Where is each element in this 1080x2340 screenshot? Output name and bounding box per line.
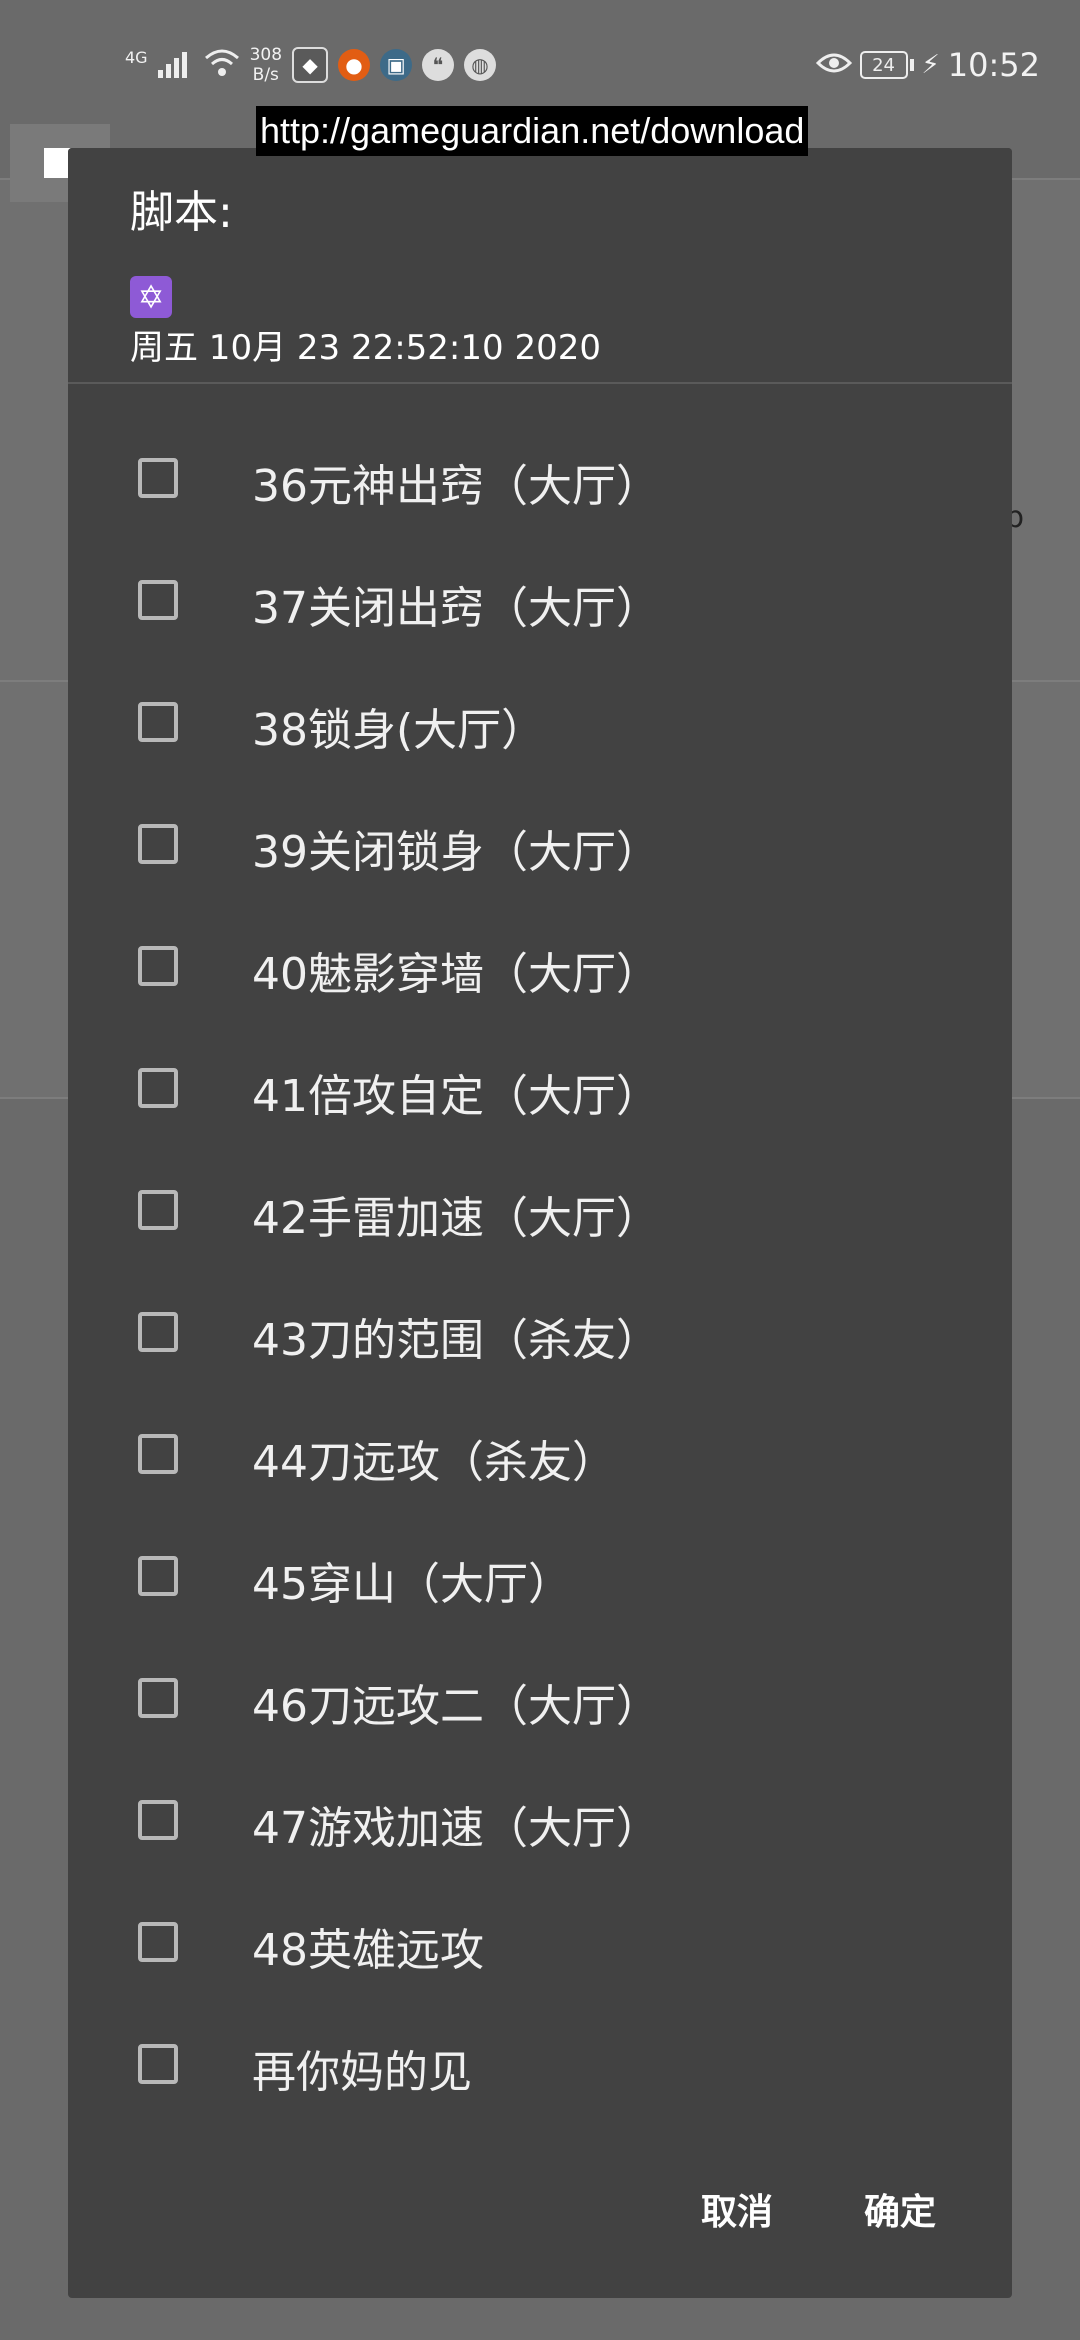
checkbox[interactable] [138, 702, 178, 742]
list-item-label: 40魅影穿墙（大厅） [252, 949, 660, 1000]
list-item[interactable]: 43刀的范围（杀友） [68, 1274, 1012, 1396]
list-item[interactable]: 44刀远攻（杀友） [68, 1396, 1012, 1518]
wifi-icon [204, 48, 240, 82]
list-item-label: 37关闭出窍（大厅） [252, 583, 660, 634]
list-item[interactable]: 42手雷加速（大厅） [68, 1152, 1012, 1274]
clock: 10:52 [947, 46, 1040, 84]
list-item[interactable]: 再你妈的见 [68, 2006, 1012, 2128]
dialog-date: 周五 10月 23 22:52:10 2020 [130, 328, 601, 368]
checkbox[interactable] [138, 1190, 178, 1230]
list-item-label: 39关闭锁身（大厅） [252, 827, 660, 878]
checkbox[interactable] [138, 458, 178, 498]
list-item[interactable]: 48英雄远攻 [68, 1884, 1012, 2006]
cancel-button[interactable]: 取消 [701, 2183, 773, 2235]
checkbox[interactable] [138, 1922, 178, 1962]
dialog-header: 脚本: ✡ 周五 10月 23 22:52:10 2020 [68, 148, 1012, 384]
list-item-label: 44刀远攻（杀友） [252, 1437, 616, 1488]
list-item-label: 38锁身(大厅） [252, 705, 546, 756]
list-item-label: 42手雷加速（大厅） [252, 1193, 660, 1244]
network-type: 4G [125, 47, 148, 67]
list-item-label: 36元神出窍（大厅） [252, 461, 660, 512]
checkbox[interactable] [138, 1800, 178, 1840]
star-of-david-icon: ✡ [130, 276, 172, 318]
browser-icon: ◍ [464, 49, 497, 81]
checkbox[interactable] [138, 946, 178, 986]
battery-icon: 24 [859, 51, 914, 79]
list-item-label: 再你妈的见 [252, 2047, 472, 2098]
status-bar: 4G 308 B/s ◆ ● ▣ ❝ ◍ 24 ⚡ 10:52 [0, 0, 1080, 120]
app-notification-icon: ◆ [292, 47, 329, 83]
status-bar-right: 24 ⚡ 10:52 [815, 40, 1040, 90]
list-item-label: 48英雄远攻 [252, 1925, 484, 1976]
list-item[interactable]: 38锁身(大厅） [68, 664, 1012, 786]
list-item-label: 41倍攻自定（大厅） [252, 1071, 660, 1122]
list-item-label: 47游戏加速（大厅） [252, 1803, 660, 1854]
charging-icon: ⚡ [921, 50, 940, 80]
list-item[interactable]: 46刀远攻二（大厅） [68, 1640, 1012, 1762]
checkbox[interactable] [138, 1556, 178, 1596]
dialog-title: 脚本: [130, 187, 233, 238]
list-item-label: 45穿山（大厅） [252, 1559, 572, 1610]
checkbox[interactable] [138, 1068, 178, 1108]
signal-icon [157, 48, 194, 82]
list-item[interactable]: 39关闭锁身（大厅） [68, 786, 1012, 908]
ok-button[interactable]: 确定 [864, 2183, 936, 2235]
wechat-icon: ❝ [422, 49, 455, 81]
android-app-icon: ▣ [380, 49, 413, 81]
network-speed: 308 B/s [249, 45, 283, 85]
checkbox[interactable] [138, 2044, 178, 2084]
status-bar-left: 4G 308 B/s ◆ ● ▣ ❝ ◍ [125, 40, 497, 90]
list-item[interactable]: 41倍攻自定（大厅） [68, 1030, 1012, 1152]
list-item[interactable]: 36元神出窍（大厅） [68, 420, 1012, 542]
checkbox[interactable] [138, 580, 178, 620]
list-item[interactable]: 37关闭出窍（大厅） [68, 542, 1012, 664]
script-dialog: 脚本: ✡ 周五 10月 23 22:52:10 2020 35启用召唤（大厅）… [68, 148, 1012, 2298]
checkbox[interactable] [138, 824, 178, 864]
checkbox[interactable] [138, 1434, 178, 1474]
list-item[interactable]: 40魅影穿墙（大厅） [68, 908, 1012, 1030]
list-item-label: 46刀远攻二（大厅） [252, 1681, 660, 1732]
list-item[interactable]: 45穿山（大厅） [68, 1518, 1012, 1640]
url-watermark: http://gameguardian.net/download [256, 106, 809, 156]
eye-icon [815, 51, 852, 79]
checkbox[interactable] [138, 1312, 178, 1352]
script-option-list[interactable]: 35启用召唤（大厅） 36元神出窍（大厅） 37关闭出窍（大厅） 38锁身(大厅… [68, 358, 1012, 2198]
list-item[interactable]: 47游戏加速（大厅） [68, 1762, 1012, 1884]
firefox-icon: ● [338, 49, 371, 81]
checkbox[interactable] [138, 1678, 178, 1718]
list-item-label: 43刀的范围（杀友） [252, 1315, 660, 1366]
